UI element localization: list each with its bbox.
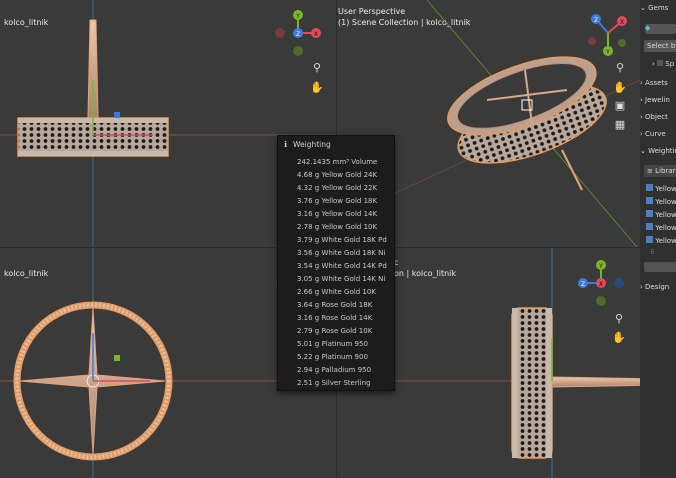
material-list-item[interactable]: Yellow [646, 210, 676, 224]
material-list-item[interactable]: Yellow [646, 197, 676, 211]
panel-header-design[interactable]: › Design [640, 283, 676, 297]
weight-row: 2.94 g Palladium 950 [297, 366, 372, 374]
gizmo-z-label: Z [594, 17, 598, 24]
weight-row: 3.16 g Yellow Gold 14K [297, 210, 378, 218]
panel-subheader-sp[interactable]: › Sp [652, 60, 676, 74]
gizmo-x-label: X [314, 31, 318, 38]
button-label: Select by [647, 42, 676, 50]
gem-swatch-row[interactable]: ◆ [645, 24, 676, 34]
list-icon: ≡ [647, 167, 653, 175]
grid-icon[interactable]: ▦ [612, 117, 628, 133]
panel-header-gems[interactable]: ⌄ Gems [640, 4, 676, 18]
panel-header-jewelry[interactable]: › Jewelin [640, 96, 676, 110]
panel-label: Gems [648, 4, 669, 12]
gizmo-y-label: Y [598, 263, 603, 270]
info-icon: ℹ [284, 140, 288, 149]
weight-row: 3.16 g Rose Gold 14K [297, 314, 373, 322]
list-item-label: Yellow [655, 237, 676, 245]
dropdown-label: Librar [655, 167, 676, 175]
panel-action-button[interactable] [644, 262, 676, 272]
axis-gizmo-graphic: Z X Y [588, 14, 627, 56]
gizmo-x-label: X [599, 281, 603, 288]
popup-title: Weighting [293, 140, 331, 149]
checkbox-checked[interactable] [646, 223, 653, 230]
zoom-icon[interactable]: ⚲ [612, 60, 628, 76]
panel-label: Sp [665, 60, 675, 68]
zoom-icon[interactable]: ⚲ [611, 311, 627, 327]
panel-label: Curve [645, 130, 666, 138]
weight-row: 3.79 g White Gold 18K Pd [297, 236, 387, 244]
weight-row: 5.01 g Platinum 950 [297, 340, 368, 348]
checkbox-checked[interactable] [646, 197, 653, 204]
material-list-item[interactable]: Yellow [646, 236, 676, 250]
list-item-label: Yellow [655, 185, 676, 193]
hand-pan-icon[interactable]: ✋ [611, 330, 627, 346]
panel-label: Object [645, 113, 668, 121]
panel-label: Design [645, 283, 670, 291]
list-resize-handle[interactable]: ⠿ [650, 249, 676, 263]
checkbox-checked[interactable] [646, 236, 653, 243]
weight-row: 2.79 g Rose Gold 10K [297, 327, 373, 335]
chevron-right-icon: › [640, 79, 643, 87]
panel-header-weighting[interactable]: ⌄ Weightin [640, 147, 676, 161]
axis-gizmo[interactable]: Y X Z [274, 9, 326, 57]
panel-header-assets[interactable]: › Assets [640, 79, 676, 93]
list-item-label: Yellow [655, 198, 676, 206]
zoom-icon[interactable]: ⚲ [309, 60, 325, 76]
library-dropdown[interactable]: ≡ Librar [644, 165, 676, 177]
material-list-item[interactable]: Yellow [646, 184, 676, 198]
volume-row: 242.1435 mm³ Volume [297, 158, 378, 166]
weight-row: 3.56 g White Gold 18K Ni [297, 249, 386, 257]
chevron-down-icon: ⌄ [640, 147, 646, 155]
weight-row: 3.64 g Rose Gold 18K [297, 301, 373, 309]
panel-label: Assets [645, 79, 668, 87]
weighting-popup: ℹ Weighting 242.1435 mm³ Volume 4.68 g Y… [277, 135, 395, 391]
axis-gizmo[interactable]: Z X Y [582, 9, 634, 57]
camera-icon[interactable]: ▣ [612, 98, 628, 114]
chevron-right-icon: › [640, 113, 643, 121]
chevron-right-icon: › [652, 60, 655, 68]
popup-header: ℹ Weighting [278, 136, 394, 153]
panel-header-object[interactable]: › Object [640, 113, 676, 127]
checkbox-checked[interactable] [646, 210, 653, 217]
panel-label: Jewelin [645, 96, 670, 104]
axis-gizmo-graphic: Y X Z [275, 10, 321, 56]
select-by-button[interactable]: Select by [644, 40, 676, 52]
axis-gizmo-graphic: Y X Z [578, 260, 624, 306]
gizmo-y-label: Y [295, 13, 300, 20]
weight-row: 4.68 g Yellow Gold 24K [297, 171, 378, 179]
gizmo-z-label: Z [296, 31, 300, 38]
weight-row: 4.32 g Yellow Gold 22K [297, 184, 378, 192]
list-item-label: Yellow [655, 211, 676, 219]
gem-icon: ◆ [645, 24, 651, 32]
weight-row: 3.05 g White Gold 14K Ni [297, 275, 386, 283]
hand-pan-icon[interactable]: ✋ [309, 80, 325, 96]
gizmo-x-label: X [620, 19, 624, 26]
axis-gizmo[interactable]: Y X Z [577, 259, 629, 307]
weight-row: 2.51 g Silver Sterling [297, 379, 371, 387]
chevron-right-icon: › [640, 130, 643, 138]
sidebar-panel: ⌄ Gems ◆ Select by › Sp › Assets › Jewel… [640, 0, 676, 478]
weight-row: 2.66 g White Gold 10K [297, 288, 376, 296]
chevron-right-icon: › [640, 283, 643, 291]
panel-header-curve[interactable]: › Curve [640, 130, 676, 144]
chevron-right-icon: › [640, 96, 643, 104]
gizmo-y-label: Y [605, 49, 610, 56]
weight-row: 2.78 g Yellow Gold 10K [297, 223, 378, 231]
panel-label: Weightin [648, 147, 676, 155]
weight-row: 5.22 g Platinum 900 [297, 353, 368, 361]
checkbox-checked[interactable] [646, 184, 653, 191]
chevron-down-icon: ⌄ [640, 4, 646, 12]
checkbox[interactable] [657, 60, 664, 66]
weight-row: 3.54 g White Gold 14K Pd [297, 262, 387, 270]
list-item-label: Yellow [655, 224, 676, 232]
hand-pan-icon[interactable]: ✋ [612, 80, 628, 96]
weight-row: 3.76 g Yellow Gold 18K [297, 197, 378, 205]
gizmo-z-label: Z [581, 281, 585, 288]
material-list-item[interactable]: Yellow [646, 223, 676, 237]
